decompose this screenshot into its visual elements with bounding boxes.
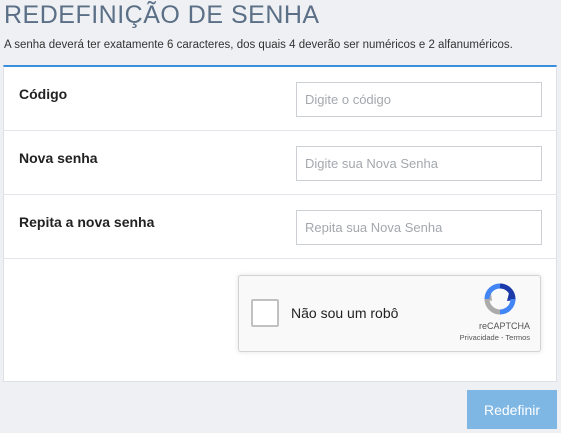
- recaptcha-brand: reCAPTCHA: [478, 321, 530, 331]
- confirm-password-label: Repita a nova senha: [19, 214, 155, 230]
- recaptcha-privacy-link[interactable]: Privacidade: [460, 333, 499, 342]
- redefine-button[interactable]: Redefinir: [467, 390, 557, 429]
- new-password-input[interactable]: [296, 146, 542, 181]
- confirm-password-row: Repita a nova senha: [4, 195, 556, 259]
- code-label: Código: [19, 86, 68, 102]
- recaptcha-logo-icon: [484, 283, 516, 315]
- confirm-password-input[interactable]: [296, 210, 542, 245]
- new-password-label: Nova senha: [19, 150, 98, 166]
- recaptcha-checkbox[interactable]: [251, 299, 279, 327]
- password-requirements-text: A senha deverá ter exatamente 6 caracter…: [4, 39, 513, 51]
- code-row: Código: [4, 67, 556, 131]
- recaptcha-widget: Não sou um robô reCAPTCHA Privacidade - …: [238, 275, 541, 352]
- recaptcha-links: Privacidade - Termos: [460, 333, 530, 342]
- new-password-row: Nova senha: [4, 131, 556, 195]
- page-title: REDEFINIÇÃO DE SENHA: [4, 1, 320, 29]
- recaptcha-terms-link[interactable]: Termos: [505, 333, 530, 342]
- password-reset-form: Código Nova senha Repita a nova senha Nã…: [3, 65, 557, 382]
- code-input[interactable]: [296, 82, 542, 117]
- recaptcha-label: Não sou um robô: [291, 305, 399, 321]
